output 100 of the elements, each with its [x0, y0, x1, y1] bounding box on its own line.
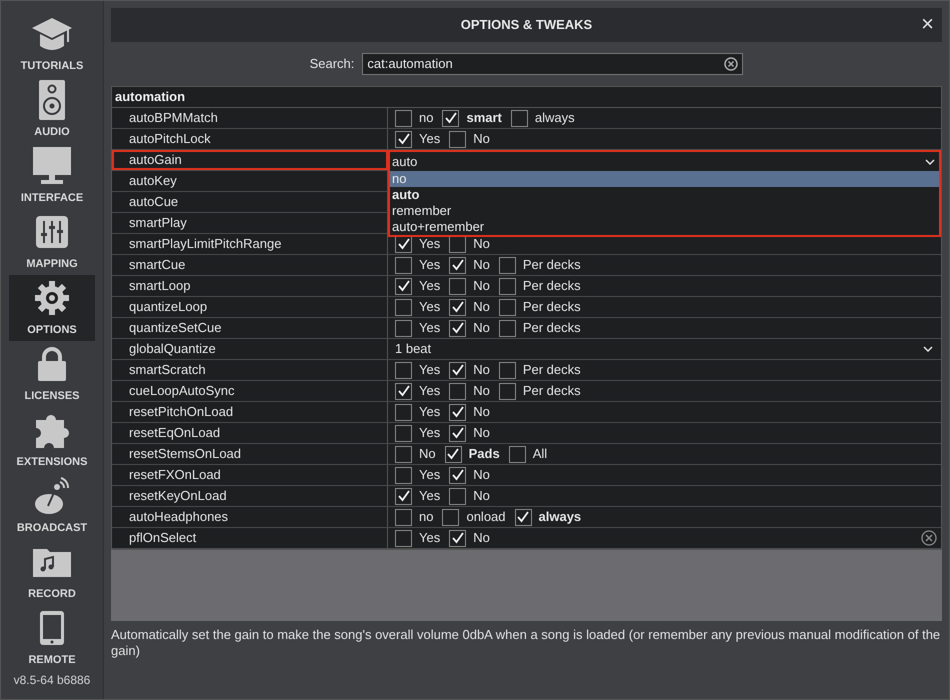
dropdown-option[interactable]: auto — [390, 187, 939, 203]
checkbox[interactable] — [395, 488, 412, 504]
dropdown-option[interactable]: no — [390, 171, 939, 187]
checkbox[interactable] — [449, 530, 466, 546]
setting-name: autoHeadphones — [112, 507, 388, 527]
option-label: Yes — [419, 424, 440, 442]
checkbox[interactable] — [395, 256, 412, 274]
search-value: cat:automation — [367, 55, 453, 74]
checkbox[interactable] — [498, 278, 516, 294]
checkbox[interactable] — [498, 320, 516, 336]
option-label: Pads — [468, 445, 500, 464]
speaker-icon — [39, 80, 65, 120]
clear-icon[interactable] — [724, 57, 738, 71]
dropdown-option[interactable]: auto+remember — [390, 219, 939, 235]
search-field[interactable]: cat:automation — [362, 53, 744, 75]
checkbox[interactable] — [395, 508, 412, 526]
setting-name: resetKeyOnLoad — [112, 486, 388, 506]
option-label: Yes — [419, 466, 440, 484]
option-label: Per decks — [522, 277, 581, 296]
checkbox[interactable] — [510, 110, 528, 126]
checkbox[interactable] — [395, 446, 412, 462]
option-label: Yes — [419, 235, 440, 254]
checkbox[interactable] — [449, 488, 466, 504]
window-title: OPTIONS & TWEAKS — [460, 16, 592, 34]
sidebar-tab[interactable]: BROADCAST — [9, 473, 95, 539]
option-label: No — [473, 277, 490, 296]
checkbox[interactable] — [395, 530, 412, 546]
checkbox[interactable] — [498, 382, 516, 400]
checkbox[interactable] — [508, 446, 526, 462]
checkbox[interactable] — [449, 256, 466, 274]
sidebar-tab[interactable]: RECORD — [9, 539, 95, 605]
checkbox[interactable] — [449, 320, 466, 336]
checkbox[interactable] — [395, 298, 412, 316]
option-label: No — [473, 487, 490, 506]
sidebar-tab[interactable]: OPTIONS — [9, 275, 95, 341]
checkbox[interactable] — [395, 362, 412, 378]
setting-name: smartCue — [112, 255, 388, 275]
option-label: Yes — [419, 256, 440, 274]
checkbox[interactable] — [449, 466, 466, 484]
option-label: onload — [466, 508, 506, 526]
option-label: Per decks — [522, 256, 581, 274]
option-label: Yes — [419, 529, 440, 548]
setting-name: resetPitchOnLoad — [112, 402, 388, 422]
reset-icon[interactable] — [921, 530, 937, 546]
checkbox[interactable] — [449, 278, 466, 294]
checkbox[interactable] — [449, 424, 466, 442]
checkbox[interactable] — [395, 110, 412, 126]
checkbox[interactable] — [449, 362, 466, 378]
select-field[interactable]: 1 beat — [395, 339, 937, 359]
version-label: v8.5-64 b6886 — [12, 672, 92, 689]
checkbox[interactable] — [449, 404, 466, 420]
chevron-down-icon — [923, 346, 933, 352]
group-header: automation — [115, 88, 186, 106]
checkbox[interactable] — [498, 298, 516, 316]
checkbox[interactable] — [498, 256, 516, 274]
checkbox[interactable] — [395, 278, 412, 294]
option-label: No — [473, 130, 490, 148]
checkbox[interactable] — [395, 130, 412, 148]
option-label: always — [538, 508, 582, 526]
checkbox[interactable] — [449, 298, 466, 316]
setting-name: autoPitchLock — [112, 129, 388, 149]
setting-name: smartPlay — [112, 213, 388, 233]
music-folder-icon — [33, 547, 71, 578]
sidebar-tab[interactable]: INTERFACE — [9, 143, 95, 209]
option-label: No — [473, 466, 490, 484]
option-label: No — [473, 256, 490, 274]
option-label: Per decks — [522, 361, 581, 380]
checkbox[interactable] — [395, 466, 412, 484]
checkbox[interactable] — [442, 110, 460, 126]
checkbox[interactable] — [498, 362, 516, 378]
option-label: No — [473, 382, 490, 400]
setting-name: resetFXOnLoad — [112, 465, 388, 485]
sidebar-tab[interactable]: REMOTE — [9, 605, 95, 671]
sidebar-tab[interactable]: EXTENSIONS — [9, 407, 95, 473]
checkbox[interactable] — [395, 236, 412, 252]
option-label: No — [419, 445, 436, 464]
monitor-icon — [33, 147, 71, 186]
dropdown-option[interactable]: remember — [390, 203, 939, 219]
setting-name: globalQuantize — [112, 339, 388, 359]
checkbox[interactable] — [395, 382, 412, 400]
select-value: auto — [392, 152, 418, 171]
checkbox[interactable] — [514, 508, 532, 526]
sidebar-tab[interactable]: TUTORIALS — [9, 11, 95, 77]
checkbox[interactable] — [395, 404, 412, 420]
checkbox[interactable] — [442, 508, 460, 526]
checkbox[interactable] — [395, 424, 412, 442]
checkbox[interactable] — [444, 446, 462, 462]
sidebar-tab[interactable]: MAPPING — [9, 209, 95, 275]
sidebar-tab[interactable]: LICENSES — [9, 341, 95, 407]
checkbox[interactable] — [395, 320, 412, 336]
checkbox[interactable] — [449, 236, 466, 252]
checkbox[interactable] — [449, 130, 466, 148]
option-label: No — [473, 361, 490, 380]
sidebar-tab[interactable]: AUDIO — [9, 77, 95, 143]
close-button[interactable]: × — [921, 12, 934, 36]
checkbox[interactable] — [449, 382, 466, 400]
select-field[interactable]: auto — [390, 152, 939, 171]
option-label: Yes — [419, 319, 440, 338]
option-label: Yes — [419, 382, 440, 400]
setting-name: autoGain — [112, 150, 388, 170]
